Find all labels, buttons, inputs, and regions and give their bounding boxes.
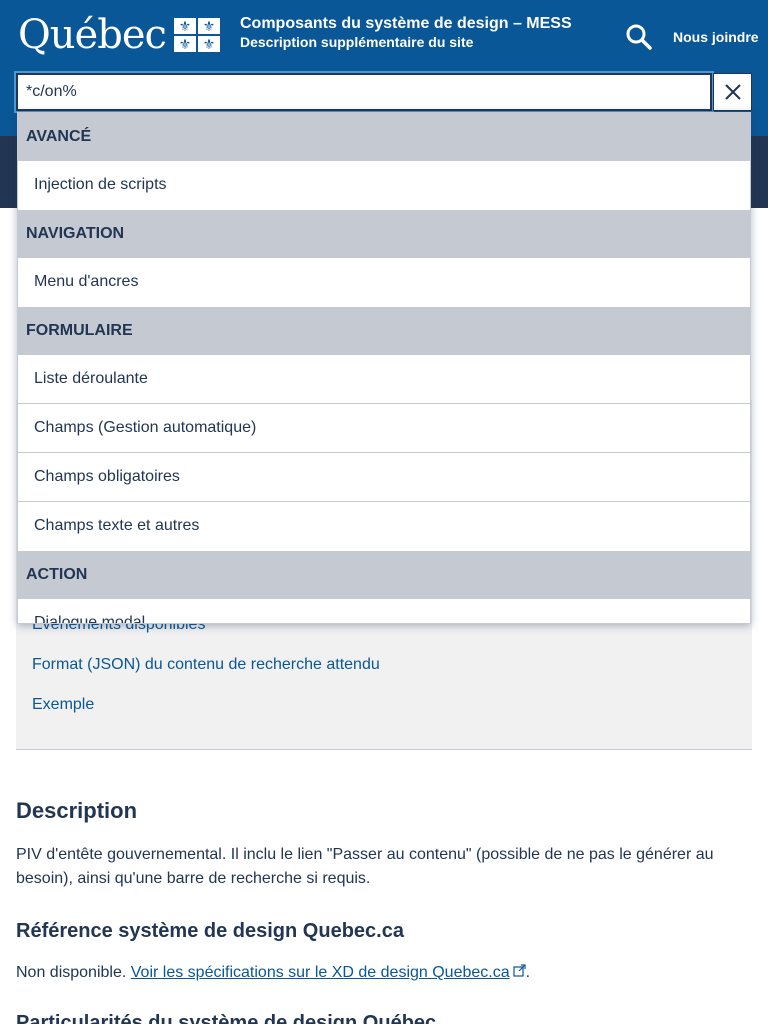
quebec-logo[interactable]: Québec ⚜ ⚜ ⚜ ⚜ bbox=[18, 13, 220, 57]
reference-paragraph: Non disponible. Voir les spécifications … bbox=[16, 962, 530, 984]
suggestion-champs-texte[interactable]: Champs texte et autres bbox=[18, 502, 750, 551]
xd-spec-link-label: Voir les spécifications sur le XD de des… bbox=[130, 964, 510, 981]
group-header-formulaire: FORMULAIRE bbox=[18, 307, 750, 355]
logo-wordmark: Québec bbox=[18, 12, 167, 58]
suggestion-injection-scripts[interactable]: Injection de scripts bbox=[18, 161, 750, 210]
description-heading: Description bbox=[16, 798, 138, 823]
xd-spec-link[interactable]: Voir les spécifications sur le XD de des… bbox=[131, 964, 526, 981]
description-text: PIV d'entête gouvernemental. Il inclu le… bbox=[16, 846, 714, 887]
suggestion-champs-obligatoires[interactable]: Champs obligatoires bbox=[18, 453, 750, 502]
clear-search-button[interactable] bbox=[713, 73, 752, 111]
site-description: Description supplémentaire du site bbox=[240, 34, 474, 50]
search-field[interactable] bbox=[14, 71, 714, 113]
reference-suffix: . bbox=[525, 964, 531, 981]
group-header-navigation: NAVIGATION bbox=[18, 210, 750, 258]
fleur-de-lys-flag-icon: ⚜ ⚜ ⚜ ⚜ bbox=[173, 18, 220, 52]
group-header-action: ACTION bbox=[18, 551, 750, 599]
suggestion-dialogue-modal[interactable]: Dialogue modal bbox=[18, 599, 750, 623]
site-title[interactable]: Composants du système de design – MESS bbox=[240, 14, 572, 34]
reference-heading: Référence système de design Quebec.ca bbox=[16, 920, 404, 942]
suggestion-liste-deroulante[interactable]: Liste déroulante bbox=[18, 355, 750, 404]
external-link-icon bbox=[513, 964, 526, 977]
search-icon bbox=[626, 24, 652, 50]
contact-link[interactable]: Nous joindre bbox=[673, 29, 759, 45]
search-suggestions-list: AVANCÉ Injection de scripts NAVIGATION M… bbox=[17, 112, 751, 624]
next-section-heading: Particularités du système de design Québ… bbox=[16, 1012, 437, 1024]
toc-link-format-json[interactable]: Format (JSON) du contenu de recherche at… bbox=[32, 656, 380, 674]
search-input[interactable] bbox=[18, 75, 710, 109]
suggestion-menu-ancres[interactable]: Menu d'ancres bbox=[18, 258, 750, 307]
suggestion-champs-gestion-auto[interactable]: Champs (Gestion automatique) bbox=[18, 404, 750, 453]
close-icon bbox=[724, 84, 741, 100]
toc-link-exemple[interactable]: Exemple bbox=[32, 696, 94, 714]
site-title-block: Composants du système de design – MESS D… bbox=[240, 14, 572, 50]
search-toggle-button[interactable] bbox=[624, 22, 654, 52]
reference-prefix: Non disponible. bbox=[16, 964, 127, 981]
group-header-avance: AVANCÉ bbox=[18, 113, 750, 161]
